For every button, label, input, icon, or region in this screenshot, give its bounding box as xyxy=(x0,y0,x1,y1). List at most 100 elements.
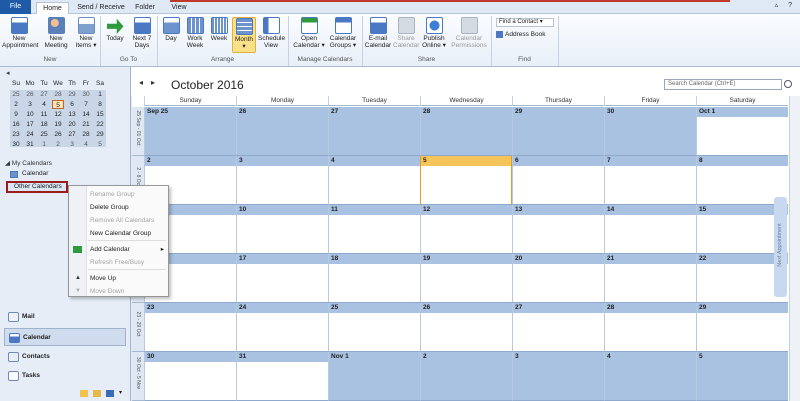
mini-date[interactable]: 2 xyxy=(52,140,64,149)
day-cell[interactable]: 26 xyxy=(236,107,328,156)
tab-folder[interactable]: Folder xyxy=(130,2,160,14)
context-menu-item[interactable]: Delete Group xyxy=(69,201,168,214)
day-body[interactable] xyxy=(421,362,512,400)
day-body[interactable] xyxy=(697,117,788,155)
publish-online-button[interactable]: Publish Online ▾ xyxy=(420,17,448,49)
day-body[interactable] xyxy=(237,264,328,302)
mini-date[interactable]: 21 xyxy=(80,120,92,129)
day-cell[interactable]: 26 xyxy=(420,303,512,352)
mini-date[interactable]: 31 xyxy=(24,140,36,149)
mini-date[interactable]: 2 xyxy=(10,100,22,109)
day-cell[interactable]: 18 xyxy=(328,254,420,303)
day-body[interactable] xyxy=(237,362,328,400)
mini-date[interactable]: 25 xyxy=(10,90,22,99)
my-calendars-group[interactable]: ◢ My Calendars xyxy=(5,159,52,167)
day-cell[interactable]: 25 xyxy=(328,303,420,352)
mini-date[interactable]: 15 xyxy=(94,110,106,119)
mini-date[interactable]: 27 xyxy=(66,130,78,139)
mini-date[interactable]: 1 xyxy=(94,90,106,99)
mini-date[interactable]: 27 xyxy=(38,90,50,99)
mini-date[interactable]: 17 xyxy=(24,120,36,129)
nav-mail-button[interactable]: Mail xyxy=(4,308,126,326)
month-view-button[interactable]: Month ▾ xyxy=(232,17,256,53)
mini-date[interactable]: 12 xyxy=(52,110,64,119)
day-body[interactable] xyxy=(329,313,420,351)
day-cell[interactable]: 29 xyxy=(696,303,788,352)
day-cell[interactable]: 14 xyxy=(604,205,696,254)
day-cell[interactable]: 3 xyxy=(236,156,328,205)
day-body[interactable] xyxy=(513,117,604,155)
day-body[interactable] xyxy=(605,166,696,204)
day-cell[interactable]: 30 xyxy=(604,107,696,156)
mini-date[interactable]: 23 xyxy=(10,130,22,139)
mini-date[interactable]: 19 xyxy=(52,120,64,129)
nav-tasks-button[interactable]: Tasks xyxy=(4,367,126,385)
mini-date[interactable]: 18 xyxy=(38,120,50,129)
day-body[interactable] xyxy=(329,166,420,204)
next-appointment-tab[interactable]: Next Appointment xyxy=(774,197,787,297)
day-body[interactable] xyxy=(329,264,420,302)
day-cell[interactable]: 5 xyxy=(696,352,788,401)
day-cell[interactable]: 5 xyxy=(420,156,512,205)
new-appointment-button[interactable]: New Appointment xyxy=(2,17,39,49)
day-cell[interactable]: 27 xyxy=(328,107,420,156)
day-cell[interactable]: 28 xyxy=(604,303,696,352)
new-items-button[interactable]: New Items ▾ xyxy=(74,17,98,49)
context-menu-item[interactable]: New Calendar Group xyxy=(69,227,168,240)
mini-date[interactable]: 29 xyxy=(94,130,106,139)
context-menu-item[interactable]: Move Up ▲ xyxy=(69,272,168,285)
day-cell[interactable]: Sep 25 xyxy=(144,107,236,156)
day-body[interactable] xyxy=(605,215,696,253)
mini-date[interactable]: 3 xyxy=(24,100,36,109)
day-body[interactable] xyxy=(421,264,512,302)
search-calendar-input[interactable]: Search Calendar (Ctrl+E) xyxy=(664,79,782,90)
mini-date[interactable]: 22 xyxy=(94,120,106,129)
open-calendar-button[interactable]: Open Calendar ▾ xyxy=(292,17,326,49)
day-body[interactable] xyxy=(421,313,512,351)
tab-send-receive[interactable]: Send / Receive xyxy=(74,2,128,14)
day-body[interactable] xyxy=(605,117,696,155)
mini-date[interactable]: 28 xyxy=(80,130,92,139)
day-cell[interactable]: 27 xyxy=(512,303,604,352)
mini-date[interactable]: 7 xyxy=(80,100,92,109)
day-body[interactable] xyxy=(605,362,696,400)
day-body[interactable] xyxy=(237,215,328,253)
mini-date[interactable]: 26 xyxy=(24,90,36,99)
mini-date[interactable]: 11 xyxy=(38,110,50,119)
mini-date[interactable]: 20 xyxy=(66,120,78,129)
mini-date[interactable]: 13 xyxy=(66,110,78,119)
tab-view[interactable]: View xyxy=(164,2,194,14)
mini-date[interactable]: 9 xyxy=(10,110,22,119)
day-cell[interactable]: 6 xyxy=(512,156,604,205)
mini-date[interactable]: 3 xyxy=(66,140,78,149)
day-cell[interactable]: 10 xyxy=(236,205,328,254)
folder-list-icon[interactable] xyxy=(93,390,101,397)
day-cell[interactable]: 19 xyxy=(420,254,512,303)
configure-buttons-icon[interactable]: ▾ xyxy=(119,389,122,396)
search-icon[interactable] xyxy=(784,80,792,88)
day-body[interactable] xyxy=(237,166,328,204)
day-body[interactable] xyxy=(237,313,328,351)
find-contact-box[interactable]: Find a Contact ▾ xyxy=(496,18,554,27)
day-cell[interactable]: 4 xyxy=(604,352,696,401)
day-body[interactable] xyxy=(513,215,604,253)
calendar-groups-button[interactable]: Calendar Groups ▾ xyxy=(326,17,360,49)
day-cell[interactable]: 28 xyxy=(420,107,512,156)
mini-date[interactable]: 5 xyxy=(52,100,64,109)
email-calendar-button[interactable]: E-mail Calendar xyxy=(364,17,392,49)
tab-file[interactable]: File xyxy=(0,0,31,14)
day-cell[interactable]: 20 xyxy=(512,254,604,303)
day-body[interactable] xyxy=(605,264,696,302)
shortcuts-icon[interactable] xyxy=(106,390,114,397)
tab-home[interactable]: Home xyxy=(36,2,69,14)
mini-date[interactable]: 28 xyxy=(52,90,64,99)
other-calendars-group[interactable]: Other Calendars xyxy=(6,181,68,193)
day-body[interactable] xyxy=(145,313,236,351)
context-menu-item[interactable]: Add Calendar ▸ xyxy=(69,243,168,256)
mini-date[interactable]: 30 xyxy=(10,140,22,149)
mini-date[interactable]: 5 xyxy=(94,140,106,149)
day-view-button[interactable]: Day xyxy=(160,17,182,42)
mini-date[interactable]: 4 xyxy=(38,100,50,109)
day-body[interactable] xyxy=(237,117,328,155)
mini-date[interactable]: 29 xyxy=(66,90,78,99)
